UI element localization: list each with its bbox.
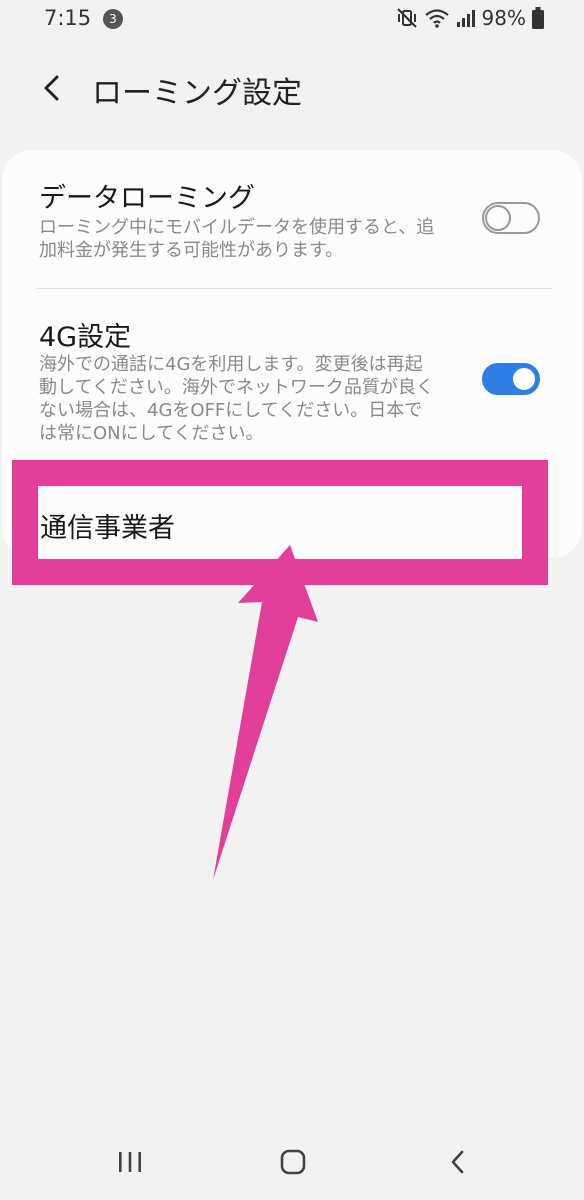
- nav-back-icon: [451, 1150, 464, 1174]
- recent-apps-button[interactable]: [100, 1140, 160, 1184]
- screen: 7:15 3 98% ローミング設定 データローミング ローミング中にモバイルデ…: [0, 0, 584, 1200]
- nav-back-button[interactable]: [428, 1140, 488, 1184]
- home-button[interactable]: [263, 1140, 323, 1184]
- home-icon: [280, 1149, 306, 1175]
- navigation-bar: [0, 1130, 584, 1194]
- annotation-arrow: [213, 545, 318, 880]
- recent-apps-icon: [119, 1152, 141, 1172]
